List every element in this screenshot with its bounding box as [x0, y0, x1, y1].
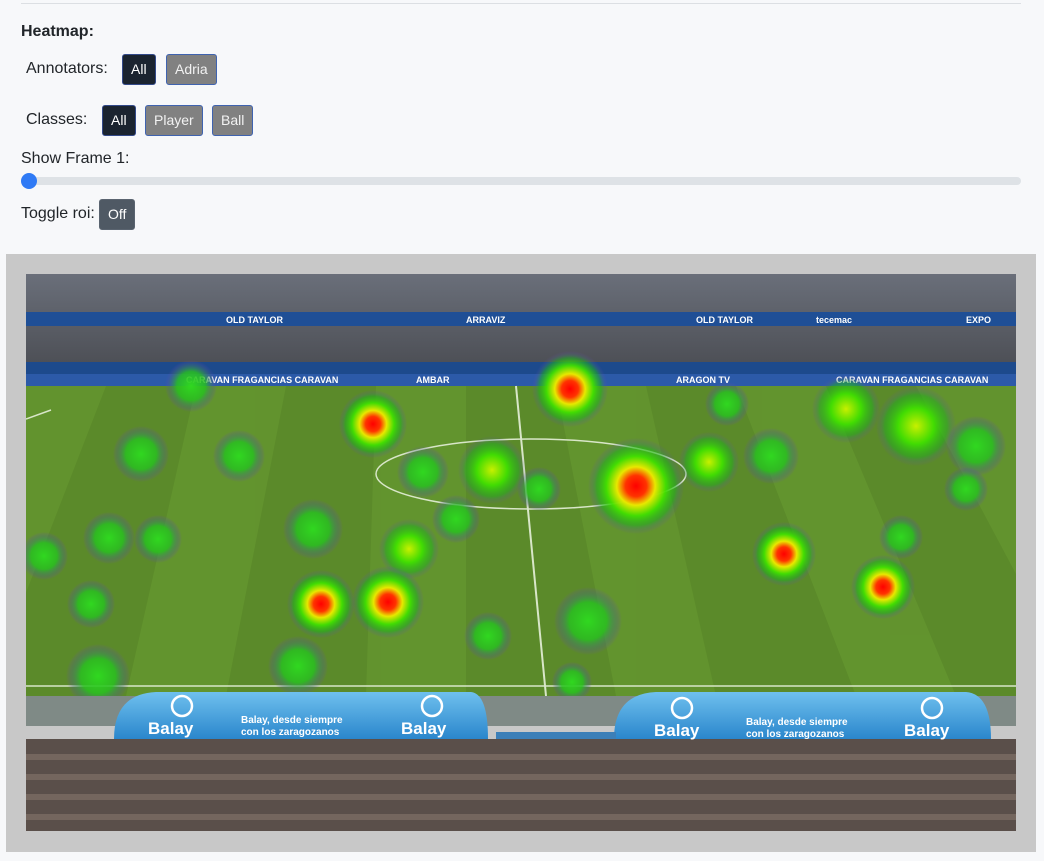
heatmap-title: Heatmap: — [21, 23, 94, 40]
dugout-left-brand: Balay — [148, 719, 194, 738]
show-frame-label: Show Frame 1: — [21, 150, 130, 167]
ad-board: AMBAR — [416, 375, 450, 385]
toggle-roi-label: Toggle roi: — [21, 205, 95, 222]
dugout-right-slogan-1: Balay, desde siempre — [746, 717, 848, 728]
dugout-left-slogan-2: con los zaragozanos — [241, 727, 340, 738]
heatmap-image: OLD TAYLOR ARRAVIZ OLD TAYLOR CARAVAN FR… — [26, 274, 1016, 831]
annotators-label: Annotators: — [26, 60, 108, 77]
class-all-button[interactable]: All — [102, 105, 136, 136]
dugout-right-slogan-2: con los zaragozanos — [746, 729, 845, 740]
ad-board: ARRAVIZ — [466, 315, 506, 325]
class-ball-button[interactable]: Ball — [212, 105, 254, 136]
ad-board: EXPO — [966, 315, 991, 325]
dugout-right-brand: Balay — [654, 721, 700, 740]
frame-slider[interactable] — [21, 177, 1021, 185]
class-player-button[interactable]: Player — [145, 105, 203, 136]
annotator-adria-button[interactable]: Adria — [166, 54, 217, 85]
classes-label: Classes: — [26, 111, 88, 128]
dugout-left-brand-2: Balay — [401, 719, 447, 738]
ad-board: tecemac — [816, 315, 852, 325]
ad-board: OLD TAYLOR — [696, 315, 754, 325]
dugout-right-brand-2: Balay — [904, 721, 950, 740]
top-divider — [21, 3, 1021, 4]
toggle-roi-button[interactable]: Off — [99, 199, 136, 230]
annotator-all-button[interactable]: All — [122, 54, 156, 85]
dugout-left-slogan-1: Balay, desde siempre — [241, 715, 343, 726]
frame-slider-thumb[interactable] — [21, 173, 37, 189]
ad-board: OLD TAYLOR — [226, 315, 284, 325]
